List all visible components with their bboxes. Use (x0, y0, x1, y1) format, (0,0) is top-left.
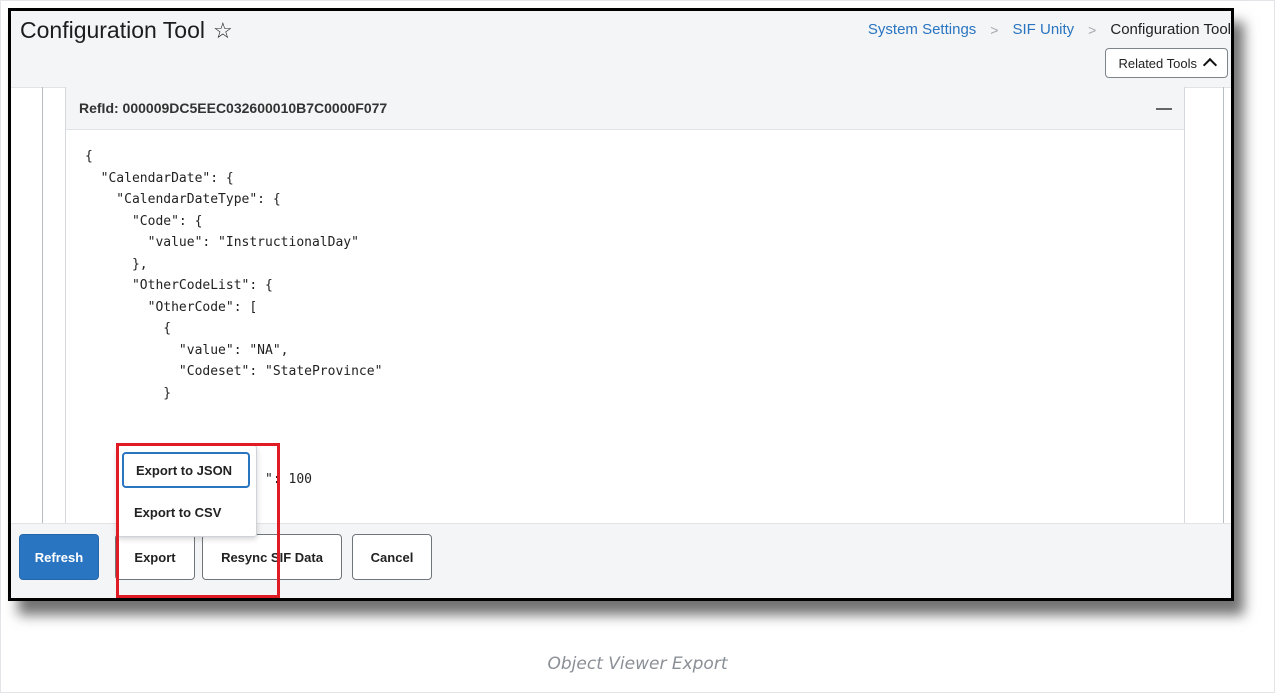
page-title-text: Configuration Tool (20, 17, 205, 43)
refresh-button[interactable]: Refresh (19, 534, 99, 580)
refid-header: RefId: 000009DC5EEC032600010B7C0000F077 (66, 87, 1184, 130)
related-tools-button[interactable]: Related Tools (1105, 48, 1228, 78)
image-caption: Object Viewer Export (547, 654, 728, 674)
page-title: Configuration Tool ☆ (20, 17, 233, 44)
export-to-csv-option[interactable]: Export to CSV (122, 494, 250, 530)
export-dropdown-menu: Export to JSON Export to CSV (117, 445, 257, 537)
app-screenshot: Configuration Tool ☆ System Settings > S… (8, 8, 1234, 601)
json-content: { "CalendarDate": { "CalendarDateType": … (85, 149, 383, 487)
chevron-right-icon: > (1088, 21, 1097, 38)
star-icon[interactable]: ☆ (213, 19, 233, 42)
breadcrumb-system-settings[interactable]: System Settings (868, 21, 976, 38)
collapse-icon[interactable] (1156, 108, 1172, 110)
breadcrumb: System Settings > SIF Unity > Configurat… (868, 21, 1231, 38)
related-tools-label: Related Tools (1118, 55, 1197, 71)
refid-label: RefId: 000009DC5EEC032600010B7C0000F077 (79, 100, 388, 116)
breadcrumb-sif-unity[interactable]: SIF Unity (1012, 21, 1074, 38)
export-button[interactable]: Export (115, 534, 195, 580)
chevron-right-icon: > (990, 21, 999, 38)
export-to-json-option[interactable]: Export to JSON (122, 452, 250, 488)
breadcrumb-configuration-tool: Configuration Tool (1110, 21, 1231, 38)
page-header: Configuration Tool ☆ System Settings > S… (11, 11, 1231, 88)
chevron-up-icon (1202, 57, 1218, 73)
cancel-button[interactable]: Cancel (352, 534, 432, 580)
resync-sif-data-button[interactable]: Resync SIF Data (202, 534, 342, 580)
